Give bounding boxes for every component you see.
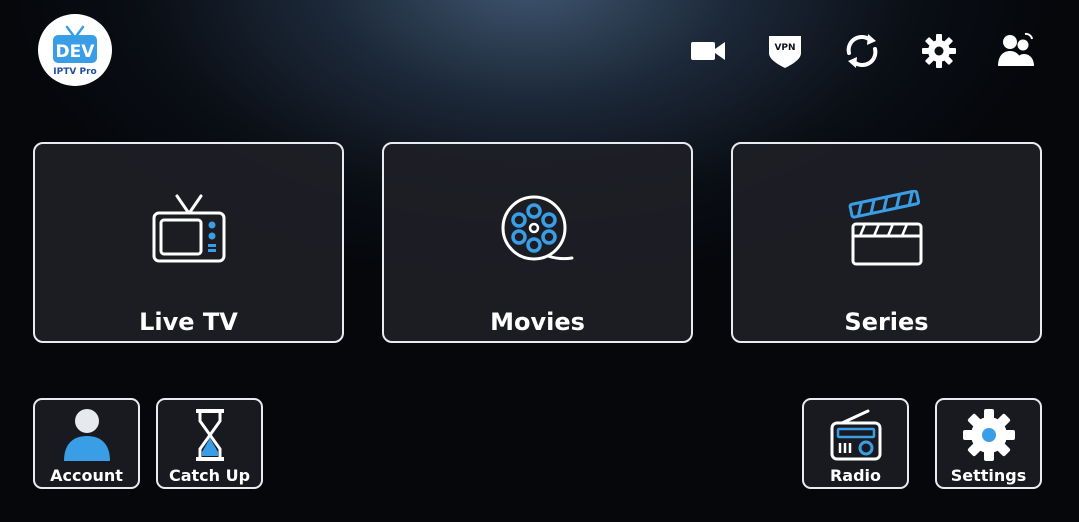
series-label: Series xyxy=(844,308,929,336)
film-reel-icon-wrap xyxy=(498,188,578,272)
vpn-button[interactable]: VPN xyxy=(756,28,814,74)
radio-icon-wrap xyxy=(828,406,884,464)
account-label: Account xyxy=(50,466,123,485)
vpn-shield-icon: VPN xyxy=(769,36,801,68)
gear-icon xyxy=(962,409,1015,461)
record-button[interactable] xyxy=(679,28,737,74)
settings-gear-icon-wrap xyxy=(961,406,1017,464)
top-toolbar: VPN xyxy=(679,28,1045,74)
clapperboard-icon xyxy=(848,190,922,266)
refresh-button[interactable] xyxy=(833,28,891,74)
catch-up-tile[interactable]: Catch Up xyxy=(156,398,263,489)
tv-icon-wrap xyxy=(150,188,228,272)
settings-label: Settings xyxy=(950,466,1027,485)
user-icon-wrap xyxy=(61,406,113,464)
settings-top-button[interactable] xyxy=(910,28,968,74)
radio-icon xyxy=(830,409,881,461)
series-tile[interactable]: Series xyxy=(731,142,1042,343)
film-reel-icon xyxy=(501,195,573,261)
catch-up-label: Catch Up xyxy=(168,466,251,485)
movies-tile[interactable]: Movies xyxy=(382,142,693,343)
user-icon xyxy=(63,409,110,461)
tv-logo-icon: DEV xyxy=(53,25,97,63)
vpn-label: VPN xyxy=(774,43,795,53)
account-tile[interactable]: Account xyxy=(33,398,140,489)
clapperboard-icon-wrap xyxy=(847,188,927,272)
switch-user-button[interactable] xyxy=(987,28,1045,74)
settings-tile[interactable]: Settings xyxy=(935,398,1042,489)
video-camera-icon xyxy=(691,42,725,60)
logo-main-text: DEV xyxy=(56,42,96,62)
hourglass-icon xyxy=(195,409,224,461)
refresh-icon xyxy=(846,34,878,68)
tv-icon xyxy=(152,194,225,263)
movies-label: Movies xyxy=(490,308,585,336)
gear-icon xyxy=(922,34,956,68)
radio-label: Radio xyxy=(829,466,882,485)
live-tv-label: Live TV xyxy=(139,308,238,336)
live-tv-tile[interactable]: Live TV xyxy=(33,142,344,343)
radio-tile[interactable]: Radio xyxy=(802,398,909,489)
logo-subtitle: IPTV Pro xyxy=(53,67,97,77)
switch-user-icon xyxy=(998,32,1034,66)
app-logo: DEV IPTV Pro xyxy=(38,14,112,86)
hourglass-icon-wrap xyxy=(192,406,228,464)
